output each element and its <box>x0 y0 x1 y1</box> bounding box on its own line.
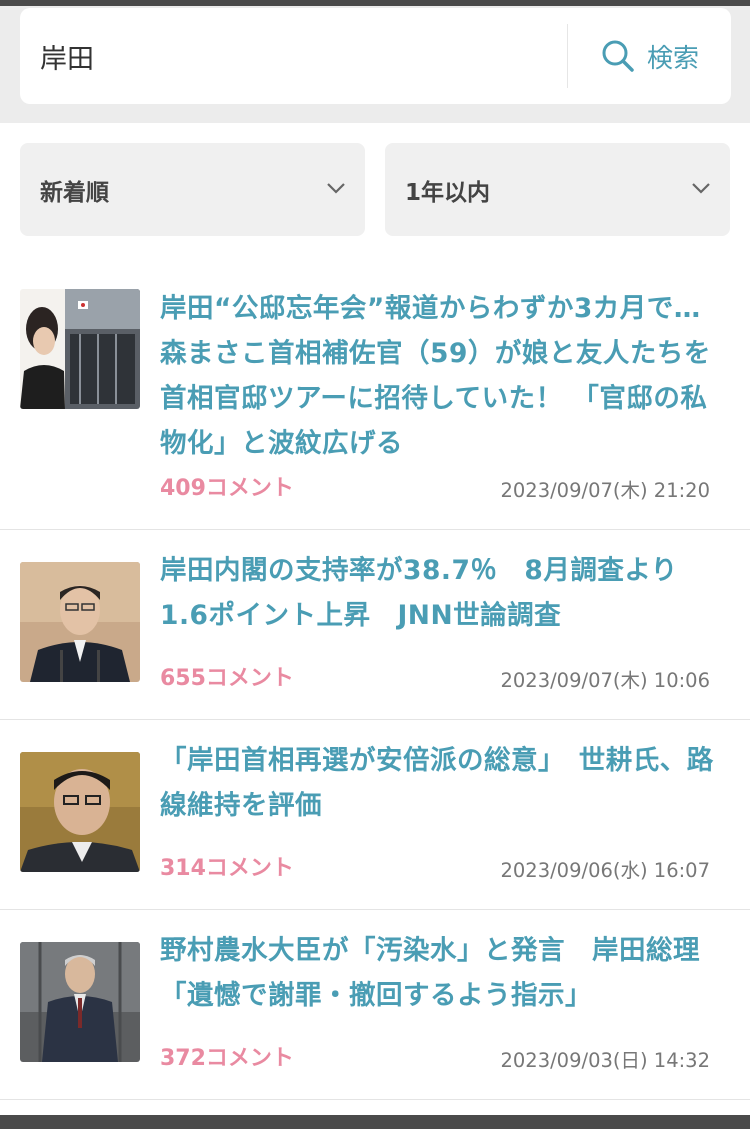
bottom-bar <box>0 1115 750 1129</box>
article-title[interactable]: 岸田内閣の支持率が38.7％ 8月調査より1.6ポイント上昇 JNN世論調査 <box>160 548 720 638</box>
search-area: 検索 <box>0 6 750 123</box>
article-thumbnail <box>20 752 140 872</box>
sort-select-value: 新着順 <box>40 179 109 206</box>
article-title[interactable]: 岸田“公邸忘年会”報道からわずか3カ月で…森まさこ首相補佐官（59）が娘と友人た… <box>160 286 720 466</box>
filter-bar: 新着順 1年以内 <box>0 123 750 253</box>
comment-count[interactable]: 314コメント <box>160 850 294 882</box>
search-input[interactable] <box>40 28 560 84</box>
chevron-down-icon <box>692 183 710 194</box>
list-item[interactable]: 岸田内閣の支持率が38.7％ 8月調査より1.6ポイント上昇 JNN世論調査 6… <box>0 530 750 720</box>
article-date: 2023/09/07(木) 21:20 <box>500 479 710 502</box>
article-date: 2023/09/06(水) 16:07 <box>500 859 710 882</box>
comment-count[interactable]: 655コメント <box>160 660 294 692</box>
article-list: 岸田“公邸忘年会”報道からわずか3カ月で…森まさこ首相補佐官（59）が娘と友人た… <box>0 268 750 1100</box>
chevron-down-icon <box>327 183 345 194</box>
search-box: 検索 <box>20 8 731 104</box>
article-date: 2023/09/03(日) 14:32 <box>500 1049 710 1072</box>
article-thumbnail <box>20 562 140 682</box>
search-button-label: 検索 <box>646 43 699 74</box>
article-title[interactable]: 「岸田首相再選が安倍派の総意」 世耕氏、路線維持を評価 <box>160 738 720 828</box>
period-select[interactable]: 1年以内 <box>385 143 730 236</box>
search-icon <box>602 40 634 72</box>
comment-count[interactable]: 372コメント <box>160 1040 294 1072</box>
article-date: 2023/09/07(木) 10:06 <box>500 669 710 692</box>
list-item[interactable]: 野村農水大臣が「汚染水」と発言 岸田総理「遺憾で謝罪・撤回するよう指示」 372… <box>0 910 750 1100</box>
period-select-value: 1年以内 <box>405 179 491 206</box>
search-button[interactable]: 検索 <box>580 22 720 90</box>
article-thumbnail <box>20 289 140 409</box>
comment-count[interactable]: 409コメント <box>160 470 294 502</box>
sort-select[interactable]: 新着順 <box>20 143 365 236</box>
list-item[interactable]: 「岸田首相再選が安倍派の総意」 世耕氏、路線維持を評価 314コメント 2023… <box>0 720 750 910</box>
article-title[interactable]: 野村農水大臣が「汚染水」と発言 岸田総理「遺憾で謝罪・撤回するよう指示」 <box>160 928 720 1018</box>
search-divider <box>567 24 568 88</box>
list-item[interactable]: 岸田“公邸忘年会”報道からわずか3カ月で…森まさこ首相補佐官（59）が娘と友人た… <box>0 268 750 530</box>
article-thumbnail <box>20 942 140 1062</box>
